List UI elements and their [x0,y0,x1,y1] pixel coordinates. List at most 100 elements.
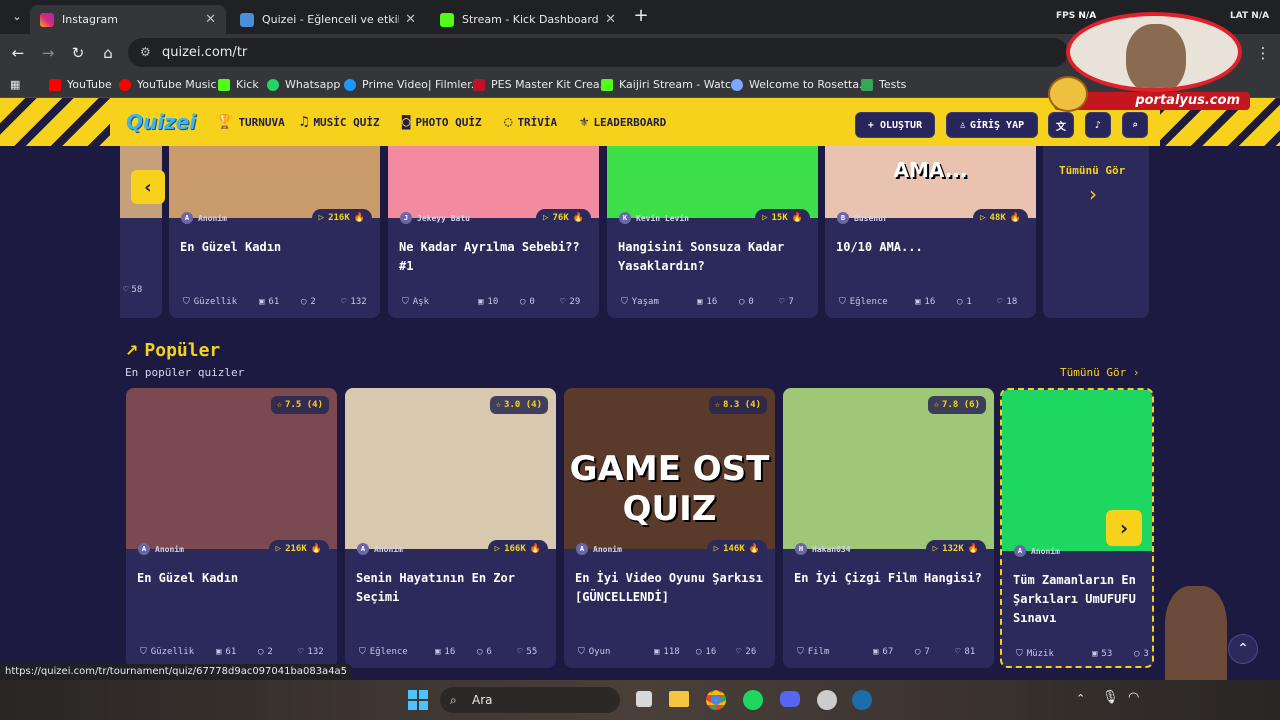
close-icon[interactable]: ✕ [605,12,616,27]
quiz-title[interactable]: Tüm Zamanların En Şarkıları UmUFUFU Sına… [1013,571,1149,628]
chrome-icon[interactable] [706,690,726,710]
nav-photo-quiz[interactable]: ◙ PHOTO QUİZ [402,114,482,130]
create-button[interactable]: + OLUŞTUR [855,112,935,138]
nav-leaderboard[interactable]: ⚜ LEADERBOARD [580,114,666,130]
forward-button[interactable]: → [37,42,59,64]
bookmark-kaijiri[interactable]: Kaijiri Stream - Watc... [601,75,742,94]
home-button[interactable]: ⌂ [97,42,119,64]
author-badge[interactable]: A Anonim [1014,545,1060,557]
windows-start-icon[interactable] [408,690,428,710]
bookmark-rosetta[interactable]: Welcome to Rosetta... [731,75,870,94]
bookmark-prime-video[interactable]: Prime Video| Filmler... [344,75,481,94]
author-badge[interactable]: A Anonim [181,212,227,224]
quiz-title[interactable]: En Güzel Kadın [180,238,373,257]
bookmark-label: Kaijiri Stream - Watc... [619,78,742,91]
search-button[interactable]: ⌕ [1122,112,1148,138]
category-label: ⛉ Eğlence [839,297,888,307]
bookmark-label: YouTube [67,78,112,91]
quiz-title[interactable]: Hangisini Sonsuza Kadar Yasaklardın? [618,238,811,276]
quiz-card[interactable]: K Kevin Levin ▷ 15K 🔥 Hangisini Sonsuza Kadar… [607,146,818,318]
quiz-card[interactable]: J Jekeyy Batu ▷ 76K 🔥 Ne Kadar Ayrılma Sebebi… [388,146,599,318]
author-badge[interactable]: A Anonim [138,543,184,555]
microphone-icon[interactable]: 🎙 [1102,690,1119,705]
site-info-icon[interactable]: ⚙ [140,38,151,67]
taskbar-search[interactable]: ⌕ Ara [440,687,620,713]
menu-icon[interactable]: ⋮ [1252,42,1274,64]
tab-kick-dashboard[interactable]: Stream - Kick Dashboard ✕ [430,5,626,34]
bookmark-tests[interactable]: Tests [861,75,906,94]
plays-count: 216K [285,544,307,554]
task-view-icon[interactable] [636,691,652,707]
bookmark-pes-master[interactable]: PES Master Kit Crea... [473,75,610,94]
tab-instagram[interactable]: Instagram ✕ [30,5,226,34]
nav-trivia[interactable]: ◌ TRİVİA [504,114,557,130]
wifi-icon[interactable]: ◠ [1128,690,1139,705]
steam-icon[interactable] [852,690,872,710]
back-button[interactable]: ← [7,42,29,64]
bookmark-youtube[interactable]: YouTube [49,75,112,94]
likes-count[interactable]: ♡ 55 [517,647,537,657]
quiz-title[interactable]: Senin Hayatının En Zor Seçimi [356,569,549,607]
lat-overlay: LAT N/A [1230,11,1269,21]
quiz-card[interactable]: ☆ 7.5 (4) A Anonim ▷ 216K 🔥 En Güzel Kadın ⛉ Güze… [126,388,337,668]
site-logo[interactable]: Quizei [126,110,196,134]
see-all-card[interactable]: Tümünü Gör › [1043,146,1149,318]
quiz-card[interactable]: AMA... B Busenur ▷ 48K 🔥 10/10 AMA... ⛉ Eğlence ▣… [825,146,1036,318]
author-badge[interactable]: K Kevin Levin [619,212,689,224]
tab-quizei[interactable]: Quizei - Eğlenceli ve etkileşimli ✕ [230,5,426,34]
discord-icon[interactable] [780,691,800,707]
award-icon: ⚜ [580,114,589,130]
language-button[interactable]: 文 [1048,112,1074,138]
bookmark-whatsapp[interactable]: Whatsapp [267,75,340,94]
nav-tournament[interactable]: 🏆 TURNUVA [216,114,285,130]
carousel-next-button[interactable]: › [1106,510,1142,546]
close-icon[interactable]: ✕ [205,12,216,27]
bell-icon: ♪ [1094,119,1102,131]
close-icon[interactable]: ✕ [405,12,416,27]
scroll-to-top-button[interactable]: ⌃ [1228,634,1258,664]
items-count-value: 67 [882,647,894,657]
likes-count[interactable]: ♡ 18 [997,297,1017,307]
likes-count[interactable]: ♡ 81 [955,647,975,657]
quiz-card[interactable]: A Anonim ▷ 216K 🔥 En Güzel Kadın ⛉ Güzellik ▣ 61 ◯… [169,146,380,318]
reload-button[interactable]: ↻ [67,42,89,64]
likes-count[interactable]: ♡ 26 [736,647,756,657]
bookmark-youtube-music[interactable]: YouTube Music [119,75,217,94]
address-bar[interactable]: ⚙ quizei.com/tr [128,38,1068,67]
avatar: B [837,212,849,224]
quiz-title[interactable]: 10/10 AMA... [836,238,1029,257]
quiz-card[interactable]: GAME OST QUIZ ☆ 8.3 (4) A Anonim ▷ 146K 🔥 En İyi… [564,388,775,668]
likes-count[interactable]: ♡ 29 [560,297,580,307]
new-tab-button[interactable]: + [630,5,652,27]
likes-count[interactable]: ♡ 132 [341,297,367,307]
likes-count[interactable]: ♡ 132 [298,647,324,657]
mascot-icon [1048,76,1088,112]
carousel-prev-button[interactable]: ‹ [131,170,165,204]
quiz-card[interactable]: ☆ 7.8 (6) H Hakan034 ▷ 132K 🔥 En İyi Çizgi Film… [783,388,994,668]
file-explorer-icon[interactable] [669,691,689,707]
quiz-title[interactable]: En İyi Çizgi Film Hangisi? [794,569,987,588]
apps-icon[interactable]: ▦ [10,75,20,94]
quiz-card[interactable]: ☆ 3.0 (4) A Anonim ▷ 166K 🔥 Senin Hayatının En … [345,388,556,668]
notifications-button[interactable]: ♪ [1085,112,1111,138]
popular-see-all-link[interactable]: Tümünü Gör › [1060,366,1139,379]
comment-icon: ◯ [1134,649,1140,659]
spotify-icon[interactable] [743,690,763,710]
category-label-value: Güzellik [193,297,238,307]
quiz-title[interactable]: En Güzel Kadın [137,569,330,588]
tab-search-icon[interactable]: ⌄ [6,6,28,28]
author-badge[interactable]: A Anonim [576,543,622,555]
bookmark-kick[interactable]: Kick [218,75,259,94]
quiz-title[interactable]: Ne Kadar Ayrılma Sebebi?? #1 [399,238,592,276]
nav-music-quiz[interactable]: ♫ MUSİC QUİZ [300,114,380,130]
likes-count[interactable]: ♡ 7 [779,297,794,307]
author-badge[interactable]: A Anonim [357,543,403,555]
system-tray-chevron-icon[interactable]: ⌃ [1076,692,1085,705]
heart-icon: ♡ [560,297,566,307]
obs-icon[interactable] [817,690,837,710]
author-badge[interactable]: H Hakan034 [795,543,851,555]
author-badge[interactable]: J Jekeyy Batu [400,212,470,224]
author-badge[interactable]: B Busenur [837,212,888,224]
quiz-title[interactable]: En İyi Video Oyunu Şarkısı [GÜNCELLENDİ] [575,569,768,607]
login-button[interactable]: ♙ GİRİŞ YAP [946,112,1038,138]
